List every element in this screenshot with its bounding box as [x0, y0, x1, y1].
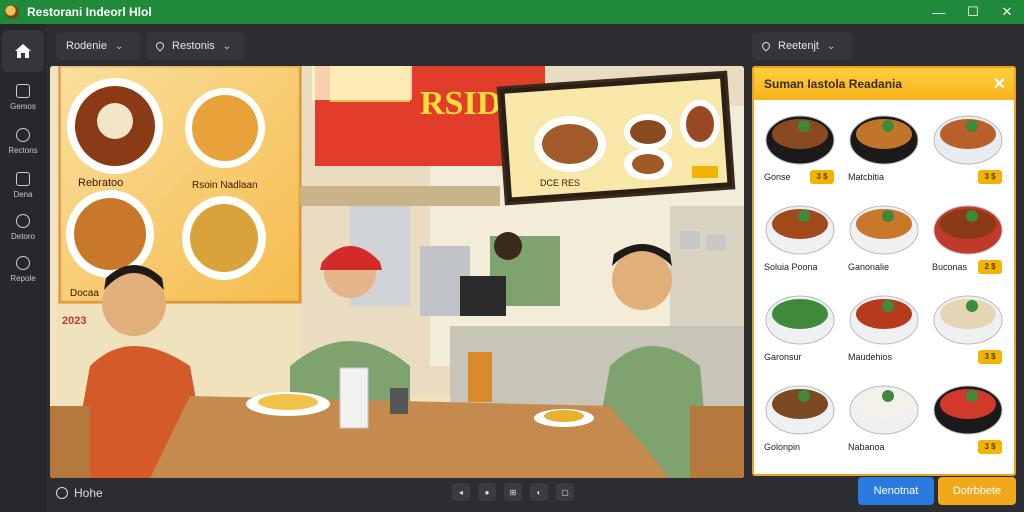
- dish-card[interactable]: Maudehios: [842, 284, 924, 368]
- rail-item-label: Repole: [10, 274, 36, 283]
- status-icon: [56, 487, 68, 499]
- dish-card[interactable]: 3 $: [926, 104, 1008, 188]
- dropdown-reetenjt[interactable]: Reetenjt ⌄: [752, 32, 852, 60]
- chevron-down-icon: ⌄: [826, 40, 836, 52]
- scene-illustration: Rebratoo Rsoin Nadlaan Docaa 2023 RSIDEN…: [50, 66, 744, 478]
- dish-card[interactable]: Matcbitia: [842, 104, 924, 188]
- dish-card[interactable]: Buconas 2 $: [926, 194, 1008, 278]
- rail-item-label: Dena: [13, 190, 33, 199]
- gear-icon: [16, 214, 30, 228]
- dish-card[interactable]: Golonpin: [758, 374, 840, 458]
- panel-title: Suman Iastola Readania: [764, 77, 903, 91]
- home-icon: [15, 44, 31, 58]
- dish-image: [849, 115, 919, 165]
- dish-label: Nabanoa: [848, 442, 885, 452]
- close-icon[interactable]: ✕: [993, 74, 1006, 94]
- left-rail: Gemos Rectons Dena Detoro Repole: [0, 24, 46, 512]
- home-button[interactable]: [2, 30, 44, 72]
- rail-item-label: Rectons: [8, 146, 38, 155]
- dish-image: [765, 205, 835, 255]
- dropdown-restonis[interactable]: Restonis ⌄: [146, 32, 244, 60]
- poster-label-3: Docaa: [70, 288, 99, 299]
- dish-card[interactable]: Gonse 3 $: [758, 104, 840, 188]
- window-title: Restorani Indeorl Hlol: [27, 5, 152, 19]
- dish-label: Gonse: [764, 172, 791, 182]
- dish-label: Matcbitia: [848, 172, 885, 182]
- dish-label: Buconas: [932, 262, 968, 272]
- dish-image: [765, 385, 835, 435]
- rail-item-dena[interactable]: Dena: [0, 168, 46, 208]
- dish-label: Ganonalie: [848, 262, 890, 272]
- rail-item-gemos[interactable]: Gemos: [0, 80, 46, 120]
- primary-button[interactable]: Nenotnat: [858, 477, 934, 505]
- poster-label-2: Rsoin Nadlaan: [192, 180, 258, 191]
- price-badge: 3 $: [978, 440, 1002, 454]
- maximize-icon[interactable]: ☐: [956, 0, 990, 24]
- menu-board-caption: DCE RES: [540, 178, 580, 188]
- dish-image: [849, 205, 919, 255]
- price-badge: 3 $: [810, 170, 834, 184]
- dish-label: Golonpin: [764, 442, 801, 452]
- clock-icon: [16, 128, 30, 142]
- menu-panel: Suman Iastola Readania ✕ Gonse 3 $ Matcbit…: [752, 66, 1016, 476]
- document-icon: [16, 84, 30, 98]
- chevron-down-icon: ⌄: [222, 40, 232, 52]
- tool-button-prev[interactable]: ◂: [452, 483, 470, 501]
- dish-image: [849, 385, 919, 435]
- dish-image: [765, 115, 835, 165]
- price-badge: 3 $: [978, 350, 1002, 364]
- dropdown-label: Rodenie: [66, 40, 107, 52]
- panel-header: Suman Iastola Readania ✕: [754, 68, 1014, 100]
- dropdown-label: Reetenjt: [778, 40, 819, 52]
- rail-item-repole[interactable]: Repole: [0, 252, 46, 292]
- tool-button-frame[interactable]: ▢: [556, 483, 574, 501]
- dish-image: [933, 295, 1003, 345]
- compass-icon: [16, 256, 30, 270]
- tool-button-record[interactable]: ●: [478, 483, 496, 501]
- price-badge: 3 $: [978, 170, 1002, 184]
- app-logo-icon: [5, 5, 19, 19]
- rail-item-label: Detoro: [10, 232, 35, 241]
- dish-label: Garonsur: [764, 352, 802, 362]
- dish-image: [933, 205, 1003, 255]
- dropdown-label: Restonis: [172, 40, 215, 52]
- tool-button-grid[interactable]: ⊞: [504, 483, 522, 501]
- dropdown-rodenie[interactable]: Rodenie ⌄: [56, 32, 140, 60]
- dish-image: [933, 115, 1003, 165]
- location-pin-icon: [154, 40, 166, 52]
- tool-button-contrast[interactable]: ◐: [530, 483, 548, 501]
- window-controls: — ☐ ✕: [922, 0, 1024, 24]
- price-badge: 2 $: [978, 260, 1002, 274]
- dish-card[interactable]: Ganonalie: [842, 194, 924, 278]
- list-icon: [16, 172, 30, 186]
- chevron-down-icon: ⌄: [114, 40, 124, 52]
- status-area: Hohe: [56, 484, 103, 502]
- close-icon[interactable]: ✕: [990, 0, 1024, 24]
- secondary-button[interactable]: Dotrbbete: [938, 477, 1016, 505]
- dish-label: Soluia Poona: [764, 262, 818, 272]
- rail-item-rectons[interactable]: Rectons: [0, 124, 46, 164]
- title-bar: Restorani Indeorl Hlol — ☐ ✕: [0, 0, 1024, 24]
- rail-item-label: Gemos: [10, 102, 36, 111]
- location-pin-icon: [760, 40, 772, 52]
- poster-year: 2023: [62, 315, 86, 327]
- minimize-icon[interactable]: —: [922, 0, 956, 24]
- rail-item-detoro[interactable]: Detoro: [0, 210, 46, 250]
- poster-label-1: Rebratoo: [78, 177, 123, 189]
- dish-card[interactable]: 3 $: [926, 374, 1008, 458]
- dish-label: Maudehios: [848, 352, 893, 362]
- status-text: Hohe: [74, 486, 103, 500]
- dish-image: [849, 295, 919, 345]
- restaurant-scene-image: Rebratoo Rsoin Nadlaan Docaa 2023 RSIDEN…: [50, 66, 744, 478]
- dish-image: [933, 385, 1003, 435]
- dish-card[interactable]: Soluia Poona: [758, 194, 840, 278]
- tool-strip: ◂ ● ⊞ ◐ ▢: [452, 483, 574, 503]
- dish-card[interactable]: Nabanoa: [842, 374, 924, 458]
- dish-card[interactable]: Garonsur: [758, 284, 840, 368]
- dish-image: [765, 295, 835, 345]
- dish-card[interactable]: 3 $: [926, 284, 1008, 368]
